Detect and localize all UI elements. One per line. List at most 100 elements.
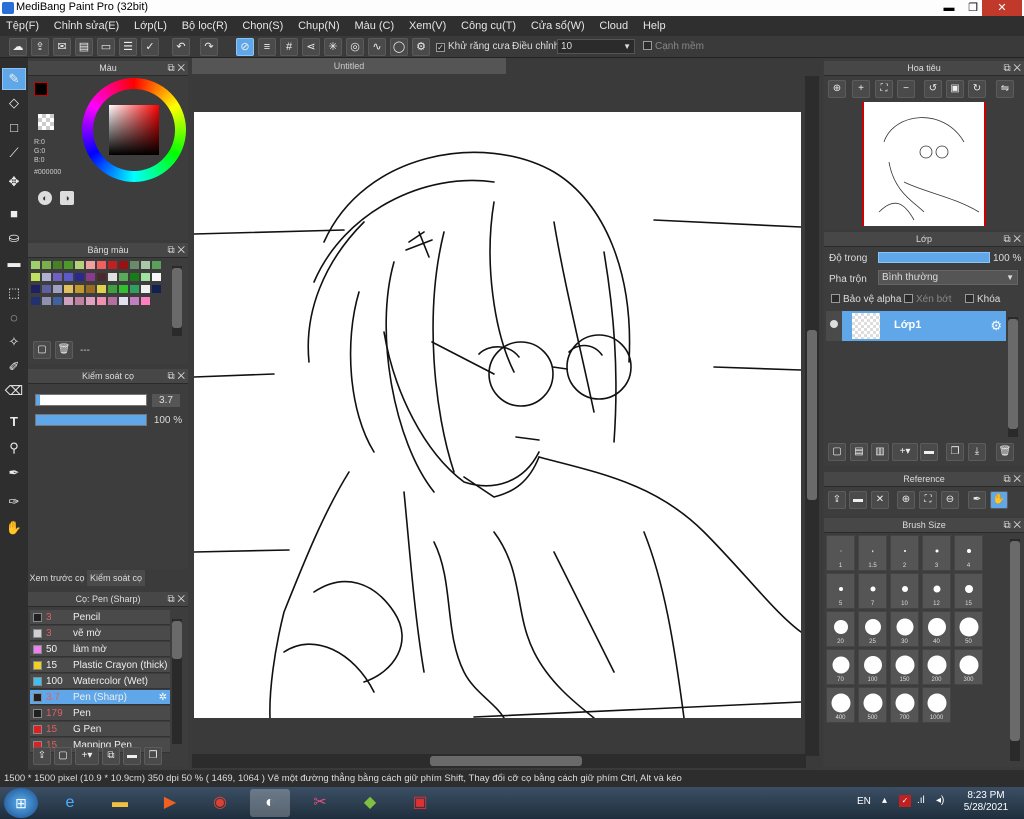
visibility-eye-icon[interactable] bbox=[830, 320, 838, 328]
brush-size-option[interactable]: 4 bbox=[954, 535, 983, 571]
color-swatch[interactable] bbox=[75, 273, 84, 281]
copy-brush-icon[interactable]: ⧉ bbox=[102, 747, 120, 765]
tray-arrow-icon[interactable]: ▴ bbox=[882, 795, 887, 806]
color-swatch[interactable] bbox=[75, 261, 84, 269]
hand-tool-icon[interactable]: ✋ bbox=[2, 517, 26, 539]
start-button[interactable]: ⊞ bbox=[4, 788, 38, 818]
cloud-icon[interactable]: ☁ bbox=[9, 38, 27, 56]
comment-icon[interactable]: ✉ bbox=[53, 38, 71, 56]
fullscreen-icon[interactable]: ▣ bbox=[946, 80, 964, 98]
brush-size-option[interactable]: 7 bbox=[858, 573, 887, 609]
zoom-in-icon[interactable]: + bbox=[852, 80, 870, 98]
color-swatch[interactable] bbox=[152, 285, 161, 293]
color-swatch[interactable] bbox=[64, 273, 73, 281]
parallel-snap-icon[interactable]: ≡ bbox=[258, 38, 276, 56]
brush-size-option[interactable]: 15 bbox=[954, 573, 983, 609]
color-swatch[interactable] bbox=[86, 285, 95, 293]
select-tool-icon[interactable]: ⬚ bbox=[2, 282, 26, 304]
network-icon[interactable]: .ıl bbox=[917, 795, 925, 806]
foreground-color[interactable] bbox=[34, 82, 48, 96]
brush-size-option[interactable]: 40 bbox=[922, 611, 951, 647]
gradient-tool-icon[interactable]: ▬ bbox=[2, 252, 26, 274]
color-swatch[interactable] bbox=[119, 273, 128, 281]
brush-size-option[interactable]: 5 bbox=[826, 573, 855, 609]
brush-size-option[interactable]: 1.5 bbox=[858, 535, 887, 571]
divide-tool-icon[interactable]: ⚲ bbox=[2, 437, 26, 459]
check-icon[interactable]: ✓ bbox=[141, 38, 159, 56]
radial-snap-icon[interactable]: ✳ bbox=[324, 38, 342, 56]
panel-close-icon[interactable]: ⧉ ✕ bbox=[1003, 61, 1021, 76]
color-swatch[interactable] bbox=[75, 285, 84, 293]
magic-wand-tool-icon[interactable]: ✧ bbox=[2, 331, 26, 353]
panel-close-icon[interactable]: ⧉ ✕ bbox=[167, 61, 185, 76]
color-swatch[interactable] bbox=[152, 261, 161, 269]
brush-size-option[interactable]: 30 bbox=[890, 611, 919, 647]
color-swatch[interactable] bbox=[53, 273, 62, 281]
brush-list-item[interactable]: 15 G Pen bbox=[30, 722, 170, 737]
brush-size-option[interactable]: 1 bbox=[826, 535, 855, 571]
color-swatch[interactable] bbox=[86, 297, 95, 305]
ref-zoom-out-icon[interactable]: ⊖ bbox=[941, 491, 959, 509]
color-swatch[interactable] bbox=[64, 297, 73, 305]
color-swatch[interactable] bbox=[86, 261, 95, 269]
brush-list-item[interactable]: 50 làm mờ bbox=[30, 642, 170, 657]
brush-size-option[interactable]: 100 bbox=[858, 649, 887, 685]
menu-filter[interactable]: Bộ lọc(R) bbox=[176, 16, 234, 36]
zoom-out-icon[interactable]: − bbox=[897, 80, 915, 98]
gallery-icon[interactable]: ▣ bbox=[400, 789, 440, 817]
color-swatch[interactable] bbox=[31, 285, 40, 293]
protect-alpha-checkbox[interactable]: Bảo vệ alpha bbox=[831, 294, 901, 305]
color-swatch[interactable] bbox=[53, 297, 62, 305]
undo-icon[interactable]: ↶ bbox=[172, 38, 190, 56]
upload-icon[interactable]: ⇪ bbox=[828, 491, 846, 509]
color-swatch[interactable] bbox=[97, 297, 106, 305]
color-swatch[interactable] bbox=[64, 261, 73, 269]
new-palette-icon[interactable]: ▢ bbox=[33, 341, 51, 359]
saturation-square[interactable] bbox=[109, 105, 159, 155]
gear-icon[interactable]: ⚙ bbox=[990, 318, 1002, 334]
color-swatch[interactable] bbox=[75, 297, 84, 305]
panel-close-icon[interactable]: ⧉ ✕ bbox=[167, 369, 185, 384]
ref-fit-icon[interactable]: ⛶ bbox=[919, 491, 937, 509]
color-swatch[interactable] bbox=[108, 285, 117, 293]
language-indicator[interactable]: EN bbox=[857, 796, 871, 807]
color-swatch[interactable] bbox=[97, 261, 106, 269]
grid-snap-icon[interactable]: # bbox=[280, 38, 298, 56]
clock[interactable]: 8:23 PM 5/28/2021 bbox=[956, 790, 1016, 814]
circle-snap-icon[interactable]: ◎ bbox=[346, 38, 364, 56]
brush-list-item[interactable]: 3.7 Pen (Sharp) ✲ bbox=[30, 690, 170, 705]
menu-help[interactable]: Help bbox=[637, 16, 672, 36]
brush-list-item[interactable]: 3 Pencil bbox=[30, 610, 170, 625]
menu-window[interactable]: Cửa sổ(W) bbox=[525, 16, 591, 36]
redo-icon[interactable]: ↷ bbox=[200, 38, 218, 56]
ie-icon[interactable]: e bbox=[50, 789, 90, 817]
perspective-snap-icon[interactable]: ⋖ bbox=[302, 38, 320, 56]
vertical-scrollbar[interactable] bbox=[805, 76, 819, 756]
tab-brush-control[interactable]: Kiểm soát cọ bbox=[87, 570, 145, 586]
color-swatch[interactable] bbox=[130, 297, 139, 305]
brush-size-option[interactable]: 700 bbox=[890, 687, 919, 723]
size-value[interactable]: 3.7 bbox=[152, 394, 180, 407]
horizontal-scrollbar[interactable] bbox=[192, 754, 806, 768]
merge-layer-icon[interactable]: ⤓ bbox=[968, 443, 986, 461]
volume-icon[interactable]: ◂) bbox=[936, 795, 944, 806]
menu-select[interactable]: Chọn(S) bbox=[236, 16, 289, 36]
brush-list-item[interactable]: 3 vẽ mờ bbox=[30, 626, 170, 641]
correction-dropdown[interactable]: 10 ▼ bbox=[557, 39, 635, 54]
curve-snap-icon[interactable]: ∿ bbox=[368, 38, 386, 56]
bucket-tool-icon[interactable]: ⛀ bbox=[2, 227, 26, 249]
dot-tool-icon[interactable]: □ bbox=[2, 117, 26, 139]
brush-list-item[interactable]: 179 Pen bbox=[30, 706, 170, 721]
rotate-right-icon[interactable]: ↻ bbox=[968, 80, 986, 98]
panel-icon[interactable]: ▤ bbox=[75, 38, 93, 56]
panel-close-icon[interactable]: ⧉ ✕ bbox=[1003, 472, 1021, 487]
horizontal-scroll-thumb[interactable] bbox=[430, 756, 582, 766]
vertical-scroll-thumb[interactable] bbox=[807, 330, 817, 500]
brush-size-option[interactable]: 500 bbox=[858, 687, 887, 723]
opacity-slider[interactable] bbox=[35, 414, 147, 426]
settings-snap-icon[interactable]: ⚙ bbox=[412, 38, 430, 56]
panel-close-icon[interactable]: ⧉ ✕ bbox=[1003, 232, 1021, 247]
brush-size-option[interactable]: 20 bbox=[826, 611, 855, 647]
size-slider[interactable] bbox=[35, 394, 147, 406]
chrome-icon[interactable]: ◉ bbox=[200, 789, 240, 817]
